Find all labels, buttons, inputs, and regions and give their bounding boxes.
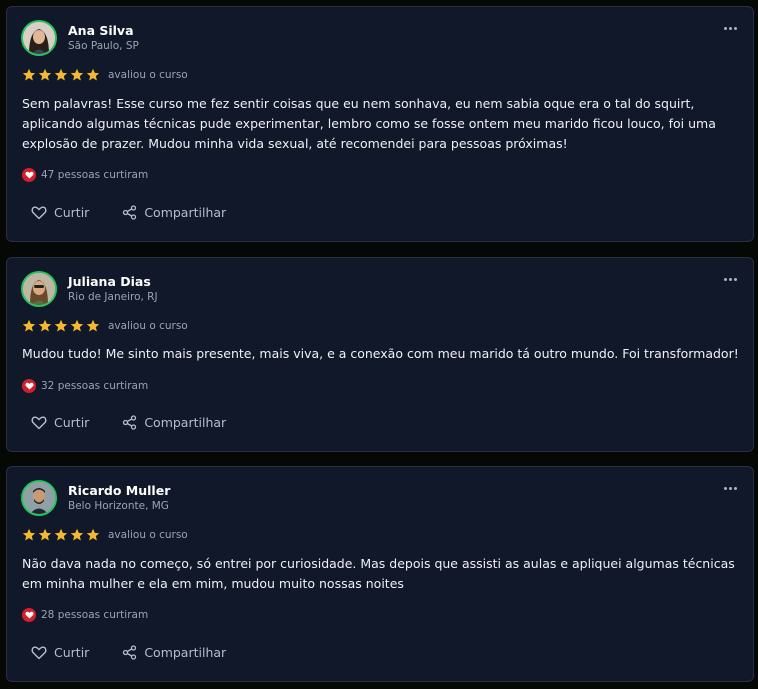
heart-outline-icon <box>31 415 47 430</box>
share-icon <box>122 645 137 660</box>
star-icon <box>22 68 36 82</box>
share-icon <box>122 415 137 430</box>
rating-label: avaliou o curso <box>108 529 188 541</box>
star-icon <box>38 528 52 542</box>
heart-icon <box>22 608 36 622</box>
more-options-button[interactable] <box>722 485 739 492</box>
star-icon <box>70 319 84 333</box>
like-button[interactable]: Curtir <box>31 415 89 430</box>
review-card: Juliana Dias Rio de Janeiro, RJ avaliou … <box>6 257 754 452</box>
more-options-button[interactable] <box>722 25 739 32</box>
avatar[interactable] <box>21 271 57 307</box>
star-rating <box>22 528 100 542</box>
like-label: Curtir <box>54 415 90 430</box>
share-label: Compartilhar <box>144 645 227 660</box>
review-header: Juliana Dias Rio de Janeiro, RJ <box>21 271 158 307</box>
star-icon <box>22 319 36 333</box>
review-text: Mudou tudo! Me sinto mais presente, mais… <box>22 346 739 361</box>
review-actions: Curtir Compartilhar <box>31 205 226 220</box>
likes-row: 32 pessoas curtiram <box>22 379 148 393</box>
star-icon <box>70 528 84 542</box>
star-rating <box>22 319 100 333</box>
star-icon <box>54 68 68 82</box>
star-icon <box>86 68 100 82</box>
user-name[interactable]: Juliana Dias <box>68 274 158 290</box>
reviews-feed: Ana Silva São Paulo, SP avaliou o curso … <box>0 0 758 689</box>
star-rating <box>22 68 100 82</box>
share-label: Compartilhar <box>144 415 227 430</box>
user-location: Rio de Janeiro, RJ <box>68 291 158 303</box>
user-photo-icon <box>23 482 55 514</box>
user-photo-icon <box>23 22 55 54</box>
review-text: Não dava nada no começo, só entrei por c… <box>22 556 735 591</box>
heart-outline-icon <box>31 645 47 660</box>
like-button[interactable]: Curtir <box>31 645 89 660</box>
review-actions: Curtir Compartilhar <box>31 415 226 430</box>
avatar[interactable] <box>21 480 57 516</box>
star-icon <box>54 528 68 542</box>
star-icon <box>22 528 36 542</box>
user-name[interactable]: Ana Silva <box>68 23 139 39</box>
review-header: Ricardo Muller Belo Horizonte, MG <box>21 480 170 516</box>
likes-row: 47 pessoas curtiram <box>22 168 148 182</box>
share-icon <box>122 205 137 220</box>
rating-row: avaliou o curso <box>22 68 188 82</box>
share-button[interactable]: Compartilhar <box>122 205 226 220</box>
review-text: Sem palavras! Esse curso me fez sentir c… <box>22 96 716 151</box>
review-card: Ana Silva São Paulo, SP avaliou o curso … <box>6 6 754 242</box>
star-icon <box>38 68 52 82</box>
share-button[interactable]: Compartilhar <box>122 415 226 430</box>
rating-label: avaliou o curso <box>108 320 188 332</box>
share-button[interactable]: Compartilhar <box>122 645 226 660</box>
like-label: Curtir <box>54 205 90 220</box>
share-label: Compartilhar <box>144 205 227 220</box>
user-photo-icon <box>23 273 55 305</box>
heart-icon <box>22 168 36 182</box>
star-icon <box>86 528 100 542</box>
star-icon <box>86 319 100 333</box>
avatar[interactable] <box>21 20 57 56</box>
review-actions: Curtir Compartilhar <box>31 645 226 660</box>
review-header: Ana Silva São Paulo, SP <box>21 20 139 56</box>
like-label: Curtir <box>54 645 90 660</box>
star-icon <box>54 319 68 333</box>
star-icon <box>70 68 84 82</box>
rating-row: avaliou o curso <box>22 319 188 333</box>
user-location: São Paulo, SP <box>68 40 139 52</box>
likes-count[interactable]: 32 pessoas curtiram <box>41 380 148 392</box>
likes-count[interactable]: 28 pessoas curtiram <box>41 609 148 621</box>
like-button[interactable]: Curtir <box>31 205 89 220</box>
likes-count[interactable]: 47 pessoas curtiram <box>41 169 148 181</box>
review-card: Ricardo Muller Belo Horizonte, MG avalio… <box>6 466 754 682</box>
star-icon <box>38 319 52 333</box>
rating-label: avaliou o curso <box>108 69 188 81</box>
user-location: Belo Horizonte, MG <box>68 500 169 512</box>
more-options-button[interactable] <box>722 276 739 283</box>
heart-outline-icon <box>31 205 47 220</box>
heart-icon <box>22 379 36 393</box>
rating-row: avaliou o curso <box>22 528 188 542</box>
likes-row: 28 pessoas curtiram <box>22 608 148 622</box>
user-name[interactable]: Ricardo Muller <box>68 483 170 499</box>
